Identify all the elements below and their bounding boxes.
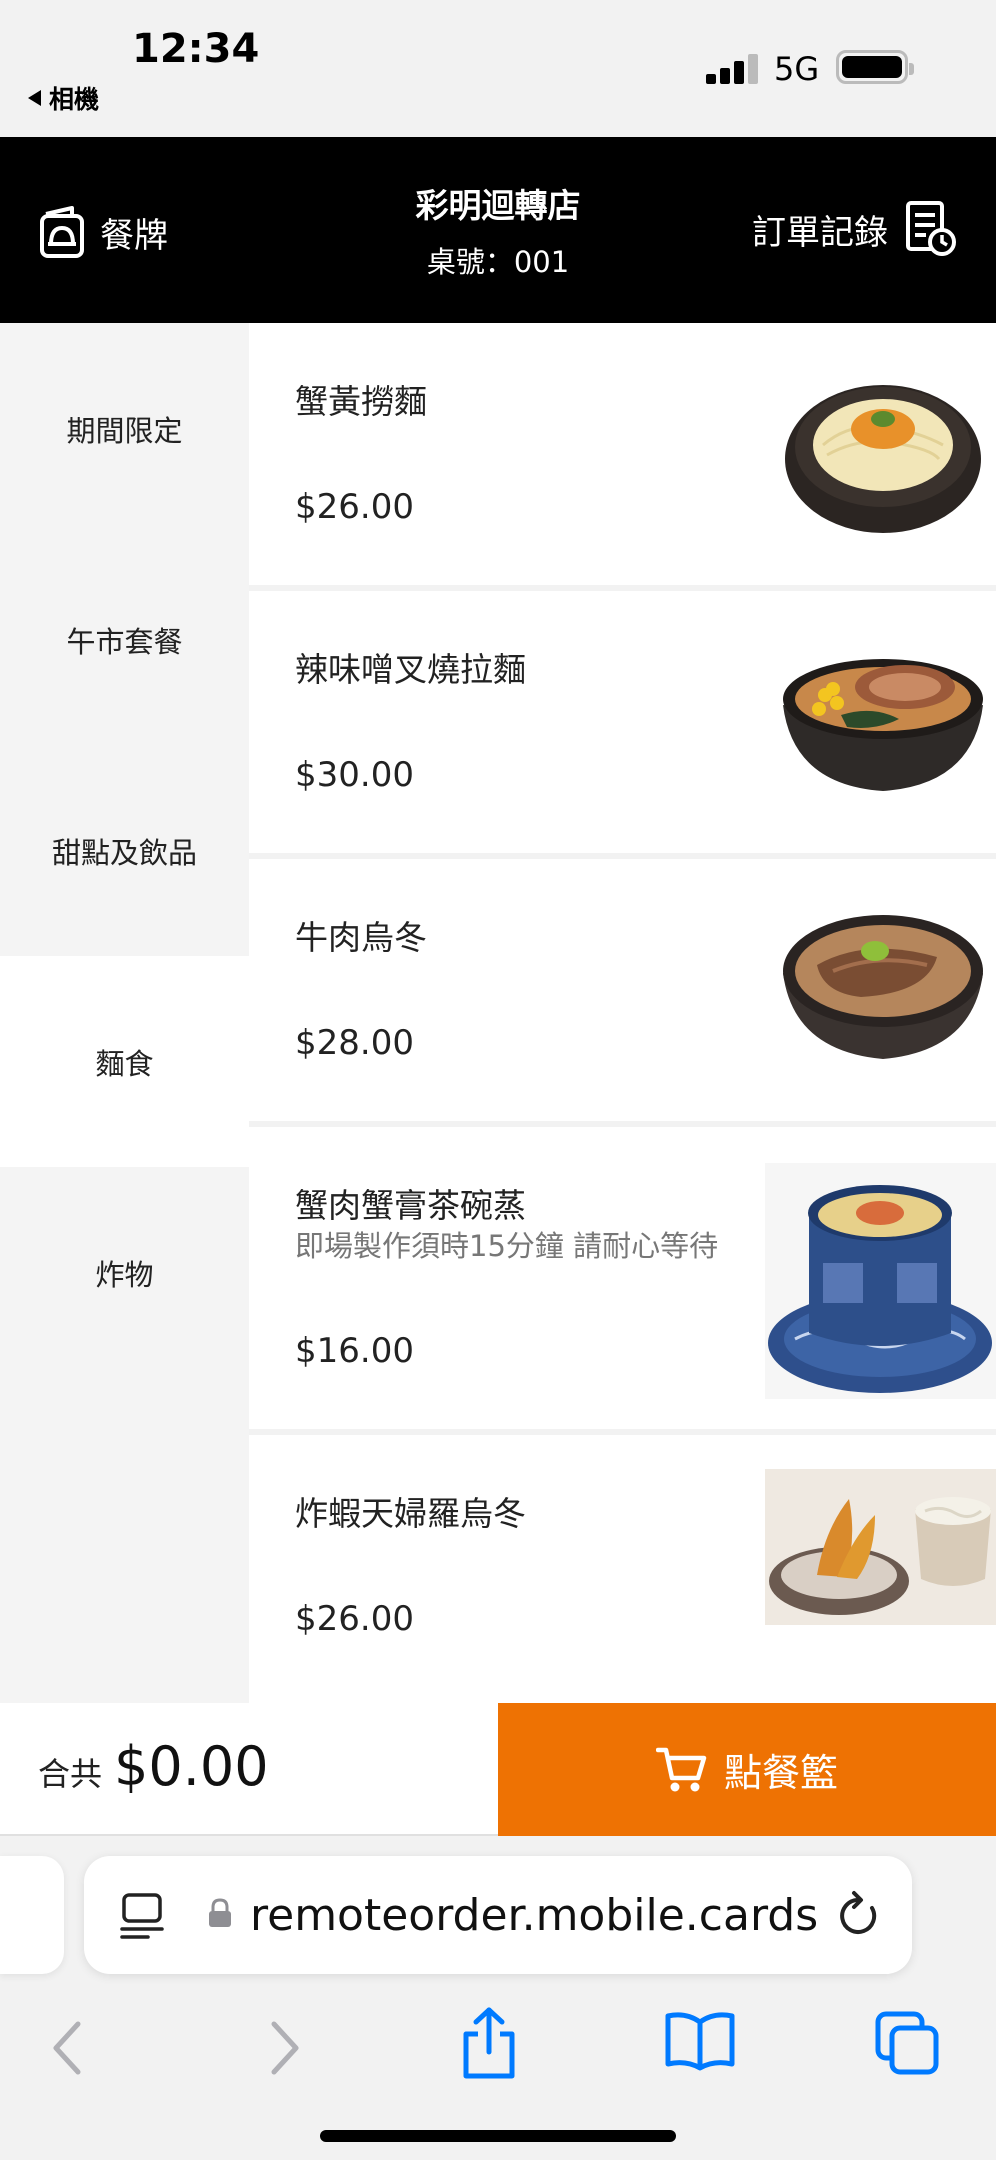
app-header: 餐牌 彩明迴轉店 桌號：001 訂單記錄 bbox=[0, 137, 996, 323]
bookmarks-icon[interactable] bbox=[664, 2010, 736, 2072]
tempura-udon-image bbox=[765, 1469, 996, 1625]
category-label: 炸物 bbox=[95, 1257, 154, 1292]
home-indicator bbox=[320, 2130, 676, 2142]
back-app-label: 相機 bbox=[49, 85, 100, 114]
cart-button[interactable]: 點餐籃 bbox=[498, 1703, 996, 1836]
back-arrow-icon bbox=[28, 90, 41, 106]
reader-mode-icon[interactable] bbox=[118, 1891, 170, 1939]
reload-icon[interactable] bbox=[834, 1890, 882, 1940]
menu-item[interactable]: 蟹肉蟹膏茶碗蒸 即場製作須時15分鐘 請耐心等待 $16.00 bbox=[249, 1127, 996, 1429]
status-bar: 12:34 相機 5G bbox=[0, 0, 996, 137]
item-price: $28.00 bbox=[295, 1023, 414, 1063]
spicy-miso-chashu-ramen-image bbox=[783, 659, 983, 791]
item-description: 即場製作須時15分鐘 請耐心等待 bbox=[295, 1229, 719, 1263]
previous-tab-card[interactable] bbox=[0, 1856, 64, 1974]
chawanmushi-image bbox=[765, 1163, 996, 1399]
category-item[interactable]: 甜點及飲品 bbox=[0, 745, 249, 956]
item-name: 蟹黃撈麵 bbox=[295, 382, 427, 421]
item-name: 炸蝦天婦羅烏冬 bbox=[295, 1494, 526, 1533]
total-amount: $0.00 bbox=[114, 1735, 269, 1798]
category-label: 麵食 bbox=[95, 1046, 154, 1081]
back-icon[interactable] bbox=[48, 2016, 88, 2080]
order-summary-bar: 合共 $0.00 點餐籃 bbox=[0, 1703, 996, 1836]
category-item[interactable]: 期間限定 bbox=[0, 323, 249, 534]
crab-roe-noodles-image bbox=[785, 385, 981, 533]
item-name: 辣味噌叉燒拉麵 bbox=[295, 650, 526, 689]
category-label: 午市套餐 bbox=[66, 624, 183, 659]
category-item-active[interactable]: 麵食 bbox=[0, 956, 249, 1167]
item-price: $16.00 bbox=[295, 1331, 414, 1371]
total-display: 合共 $0.00 bbox=[38, 1735, 269, 1798]
share-icon[interactable] bbox=[458, 2006, 520, 2080]
menu-item[interactable]: 辣味噌叉燒拉麵 $30.00 bbox=[249, 591, 996, 853]
item-price: $26.00 bbox=[295, 487, 414, 527]
tabs-icon[interactable] bbox=[874, 2010, 940, 2076]
category-item[interactable]: 炸物 bbox=[0, 1167, 249, 1378]
category-sidebar: 期間限定 午市套餐 甜點及飲品 麵食 炸物 bbox=[0, 323, 249, 1703]
menu-item[interactable]: 炸蝦天婦羅烏冬 $26.00 bbox=[249, 1435, 996, 1703]
beef-udon-image bbox=[783, 915, 983, 1059]
menu-item[interactable]: 蟹黃撈麵 $26.00 bbox=[249, 323, 996, 585]
browser-chrome: remoteorder.mobile.cards bbox=[0, 1836, 996, 2160]
address-bar[interactable]: remoteorder.mobile.cards bbox=[84, 1856, 912, 1974]
browser-toolbar bbox=[0, 1996, 996, 2096]
back-to-app-link[interactable]: 相機 bbox=[28, 80, 99, 116]
order-history-icon bbox=[906, 201, 956, 256]
lock-icon bbox=[209, 1898, 231, 1927]
forward-icon[interactable] bbox=[264, 2016, 304, 2080]
shopping-cart-icon bbox=[655, 1747, 707, 1791]
cellular-signal-icon bbox=[706, 52, 760, 84]
total-label: 合共 bbox=[38, 1755, 103, 1793]
category-label: 甜點及飲品 bbox=[51, 835, 197, 870]
category-label: 期間限定 bbox=[66, 413, 183, 448]
item-name: 牛肉烏冬 bbox=[295, 918, 427, 957]
cart-button-label: 點餐籃 bbox=[723, 1751, 838, 1795]
url-text: remoteorder.mobile.cards bbox=[250, 1890, 819, 1941]
order-history-button[interactable]: 訂單記錄 bbox=[752, 199, 958, 259]
item-price: $26.00 bbox=[295, 1599, 414, 1639]
menu-item[interactable]: 牛肉烏冬 $28.00 bbox=[249, 859, 996, 1121]
battery-icon bbox=[836, 50, 914, 84]
menu-item-list: 蟹黃撈麵 $26.00 辣味噌叉燒拉麵 $30.00 牛肉烏冬 $28.00 蟹… bbox=[249, 323, 996, 1703]
order-history-label: 訂單記錄 bbox=[752, 212, 888, 253]
item-price: $30.00 bbox=[295, 755, 414, 795]
category-item[interactable]: 午市套餐 bbox=[0, 534, 249, 745]
network-type: 5G bbox=[774, 50, 820, 88]
clock: 12:34 bbox=[132, 26, 260, 72]
item-name: 蟹肉蟹膏茶碗蒸 bbox=[295, 1186, 526, 1225]
